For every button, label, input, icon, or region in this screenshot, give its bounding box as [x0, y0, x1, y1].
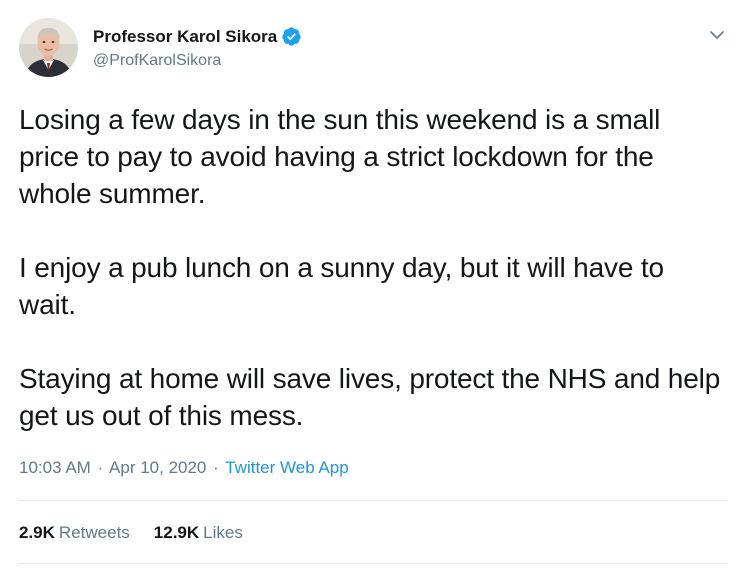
retweets-stat[interactable]: 2.9K Retweets [19, 523, 130, 543]
author-name-row: Professor Karol Sikora [93, 26, 302, 47]
likes-count: 12.9K [153, 523, 200, 542]
engagement-stats: 2.9K Retweets 12.9K Likes [19, 523, 267, 543]
divider [19, 563, 727, 564]
retweets-count: 2.9K [19, 523, 55, 542]
likes-label: Likes [203, 523, 243, 542]
tweet-paragraph: Losing a few days in the sun this weeken… [19, 104, 661, 209]
author-display-name[interactable]: Professor Karol Sikora [93, 27, 277, 47]
tweet: Professor Karol Sikora @ProfKarolSikora … [0, 0, 748, 572]
verified-badge-icon [281, 26, 302, 47]
tweet-metadata: 10:03 AM · Apr 10, 2020 · Twitter Web Ap… [19, 458, 349, 478]
tweet-text: Losing a few days in the sun this weeken… [19, 101, 724, 471]
tweet-time[interactable]: 10:03 AM [19, 458, 91, 477]
separator: · [213, 458, 219, 477]
tweet-paragraph: Staying at home will save lives, protect… [19, 363, 721, 431]
separator: · [97, 458, 104, 477]
tweet-paragraph: I enjoy a pub lunch on a sunny day, but … [19, 252, 664, 320]
author-handle[interactable]: @ProfKarolSikora [93, 52, 221, 70]
tweet-source-link[interactable]: Twitter Web App [225, 458, 348, 477]
chevron-down-icon[interactable] [707, 25, 727, 45]
avatar-photo [19, 18, 78, 77]
divider [19, 500, 727, 501]
avatar[interactable] [19, 18, 78, 77]
retweets-label: Retweets [58, 523, 130, 542]
likes-stat[interactable]: 12.9K Likes [154, 523, 243, 543]
tweet-date[interactable]: Apr 10, 2020 [109, 458, 206, 477]
